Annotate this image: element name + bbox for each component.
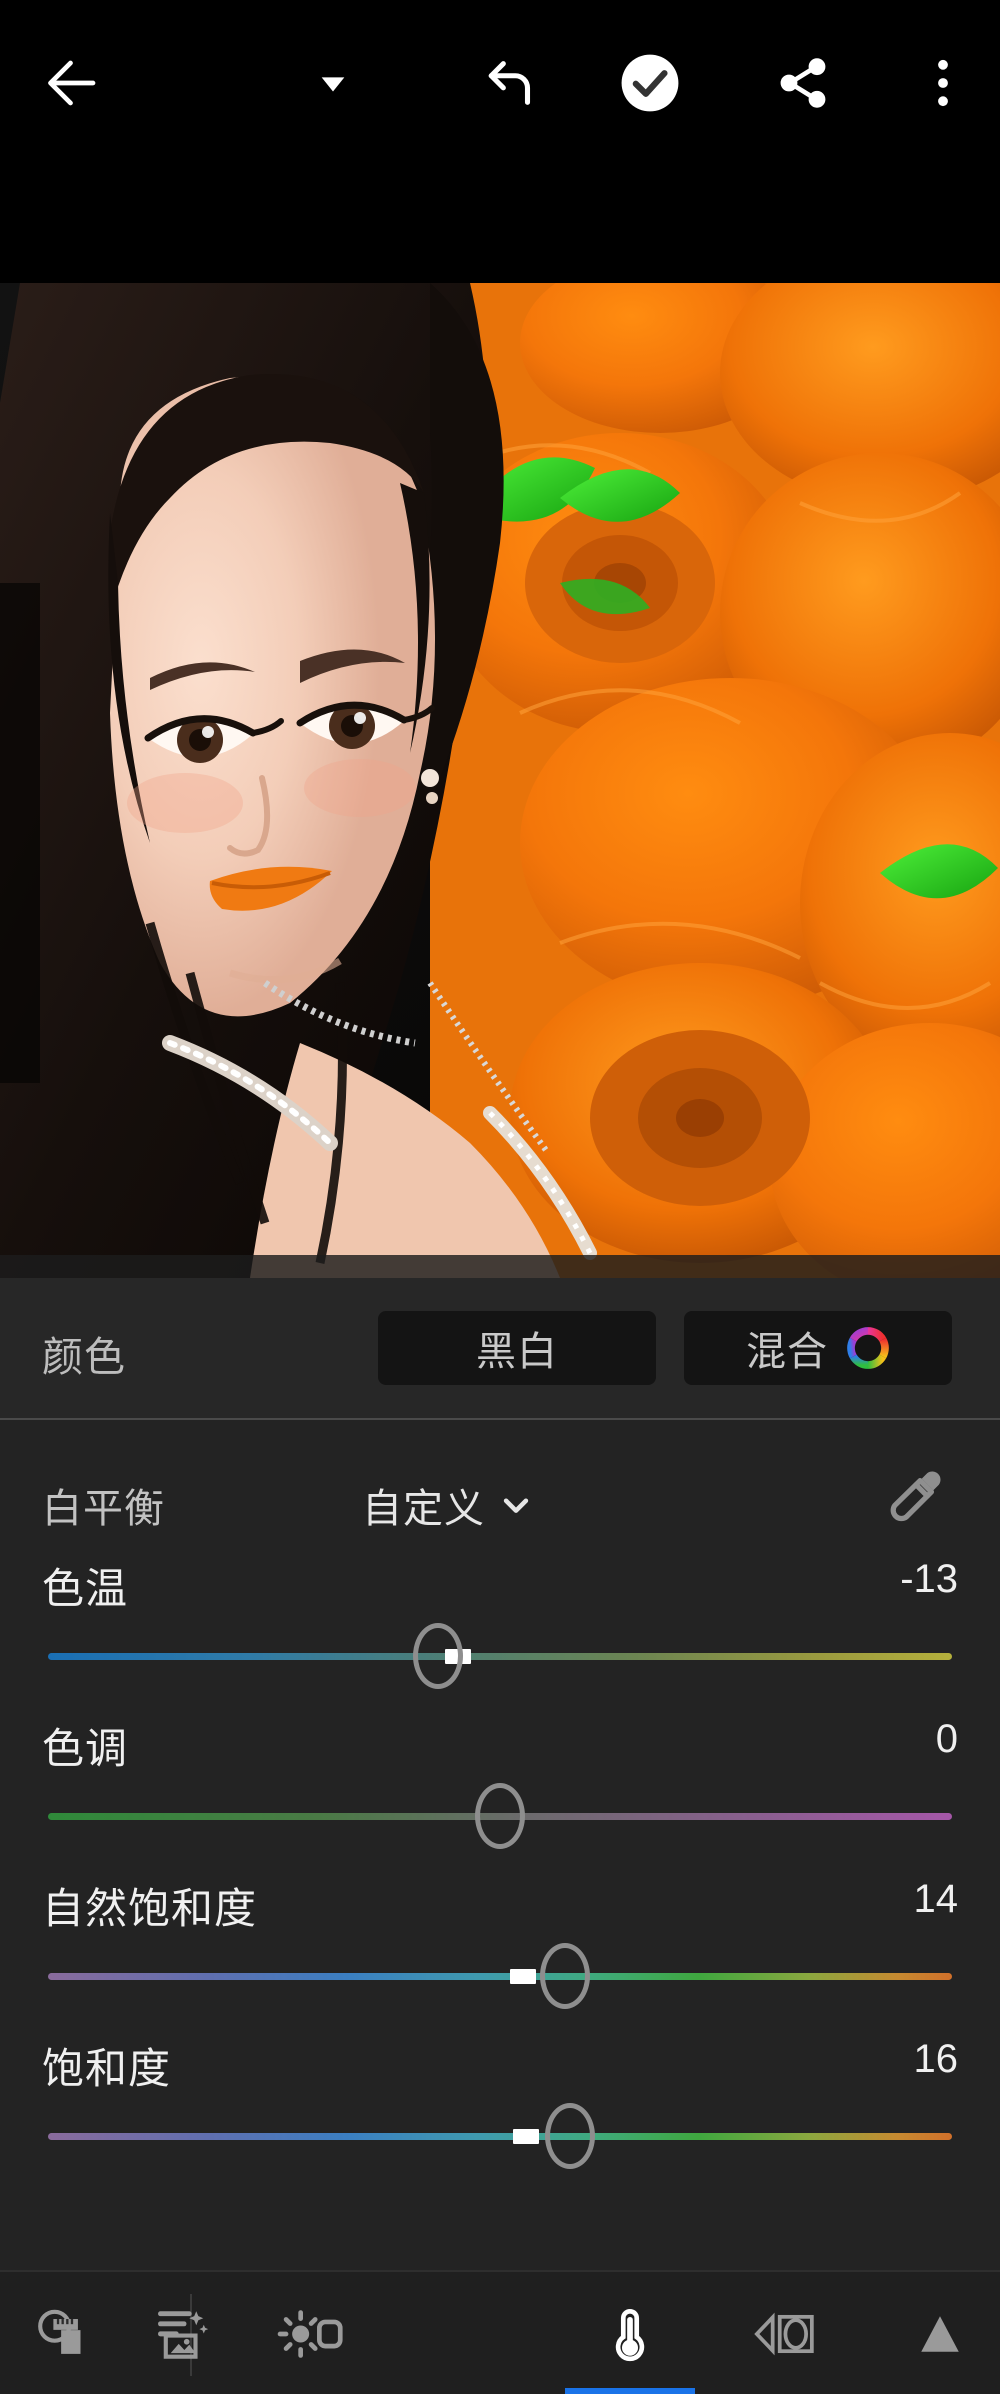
more-vertical-icon[interactable] — [900, 40, 986, 126]
top-toolbar — [0, 0, 1000, 283]
slider-value: 0 — [935, 1717, 958, 1761]
check-icon[interactable] — [607, 40, 693, 126]
black-and-white-chip[interactable]: 黑白 — [378, 1311, 656, 1385]
eyedropper-icon[interactable] — [880, 1466, 946, 1537]
bottom-toolbar — [0, 2270, 1000, 2394]
slider-knob[interactable] — [540, 1943, 590, 2009]
slider-tint[interactable]: 色调 0 — [0, 1715, 1000, 1873]
black-and-white-chip-label: 黑白 — [476, 1330, 558, 1374]
white-balance-row: 白平衡 自定义 — [0, 1460, 1000, 1546]
crop-ruler-icon[interactable] — [0, 2272, 130, 2394]
undo-icon[interactable] — [470, 40, 556, 126]
slider-label: 自然饱和度 — [42, 1885, 258, 1932]
slider-track[interactable] — [48, 1973, 952, 1980]
photo-canvas[interactable] — [0, 283, 1000, 1278]
slider-label: 饱和度 — [42, 2045, 172, 2092]
triangle-icon[interactable] — [875, 2272, 1000, 2394]
auto-enhance-icon[interactable] — [115, 2272, 245, 2394]
back-arrow-icon[interactable] — [30, 40, 116, 126]
slider-value: 16 — [913, 2037, 959, 2081]
color-section: 颜色 黑白 混合 — [0, 1278, 1000, 1418]
chevron-down-icon[interactable] — [290, 40, 376, 126]
adjust-panel: 白平衡 自定义 色温 -13 色调 0 自然饱和度 14 饱和度 16 — [0, 1420, 1000, 2270]
vignette-frame-icon[interactable] — [720, 2272, 850, 2394]
slider-track[interactable] — [48, 2133, 952, 2140]
white-balance-label: 白平衡 — [42, 1487, 165, 1531]
tune-light-icon[interactable] — [245, 2272, 375, 2394]
slider-value: 14 — [913, 1877, 959, 1921]
slider-center-tick — [510, 1969, 536, 1984]
slider-vibrance[interactable]: 自然饱和度 14 — [0, 1875, 1000, 2033]
chevron-down-icon — [499, 1488, 533, 1522]
white-balance-preset-dropdown[interactable]: 自定义 — [362, 1476, 533, 1534]
mix-chip-label: 混合 — [746, 1330, 828, 1374]
slider-knob[interactable] — [545, 2103, 595, 2169]
mix-chip[interactable]: 混合 — [684, 1311, 952, 1385]
slider-temperature[interactable]: 色温 -13 — [0, 1555, 1000, 1713]
slider-saturation[interactable]: 饱和度 16 — [0, 2035, 1000, 2193]
color-section-label: 颜色 — [42, 1334, 126, 1380]
slider-value: -13 — [900, 1557, 958, 1601]
slider-label: 色调 — [42, 1725, 129, 1772]
snapseed-editor-screen: 颜色 黑白 混合 白平衡 自定义 色温 -13 色调 0 自然饱和度 14 饱和… — [0, 0, 1000, 2394]
white-balance-preset-value: 自定义 — [362, 1487, 485, 1531]
color-wheel-icon — [846, 1326, 890, 1370]
slider-center-tick — [513, 2129, 539, 2144]
slider-knob[interactable] — [413, 1623, 463, 1689]
slider-track[interactable] — [48, 1653, 952, 1660]
active-tab-indicator — [565, 2388, 695, 2394]
photo-bottom-dim-overlay — [0, 1255, 1000, 1278]
slider-label: 色温 — [42, 1565, 129, 1612]
thermometer-icon[interactable] — [565, 2272, 695, 2394]
share-icon[interactable] — [760, 40, 846, 126]
slider-knob[interactable] — [475, 1783, 525, 1849]
